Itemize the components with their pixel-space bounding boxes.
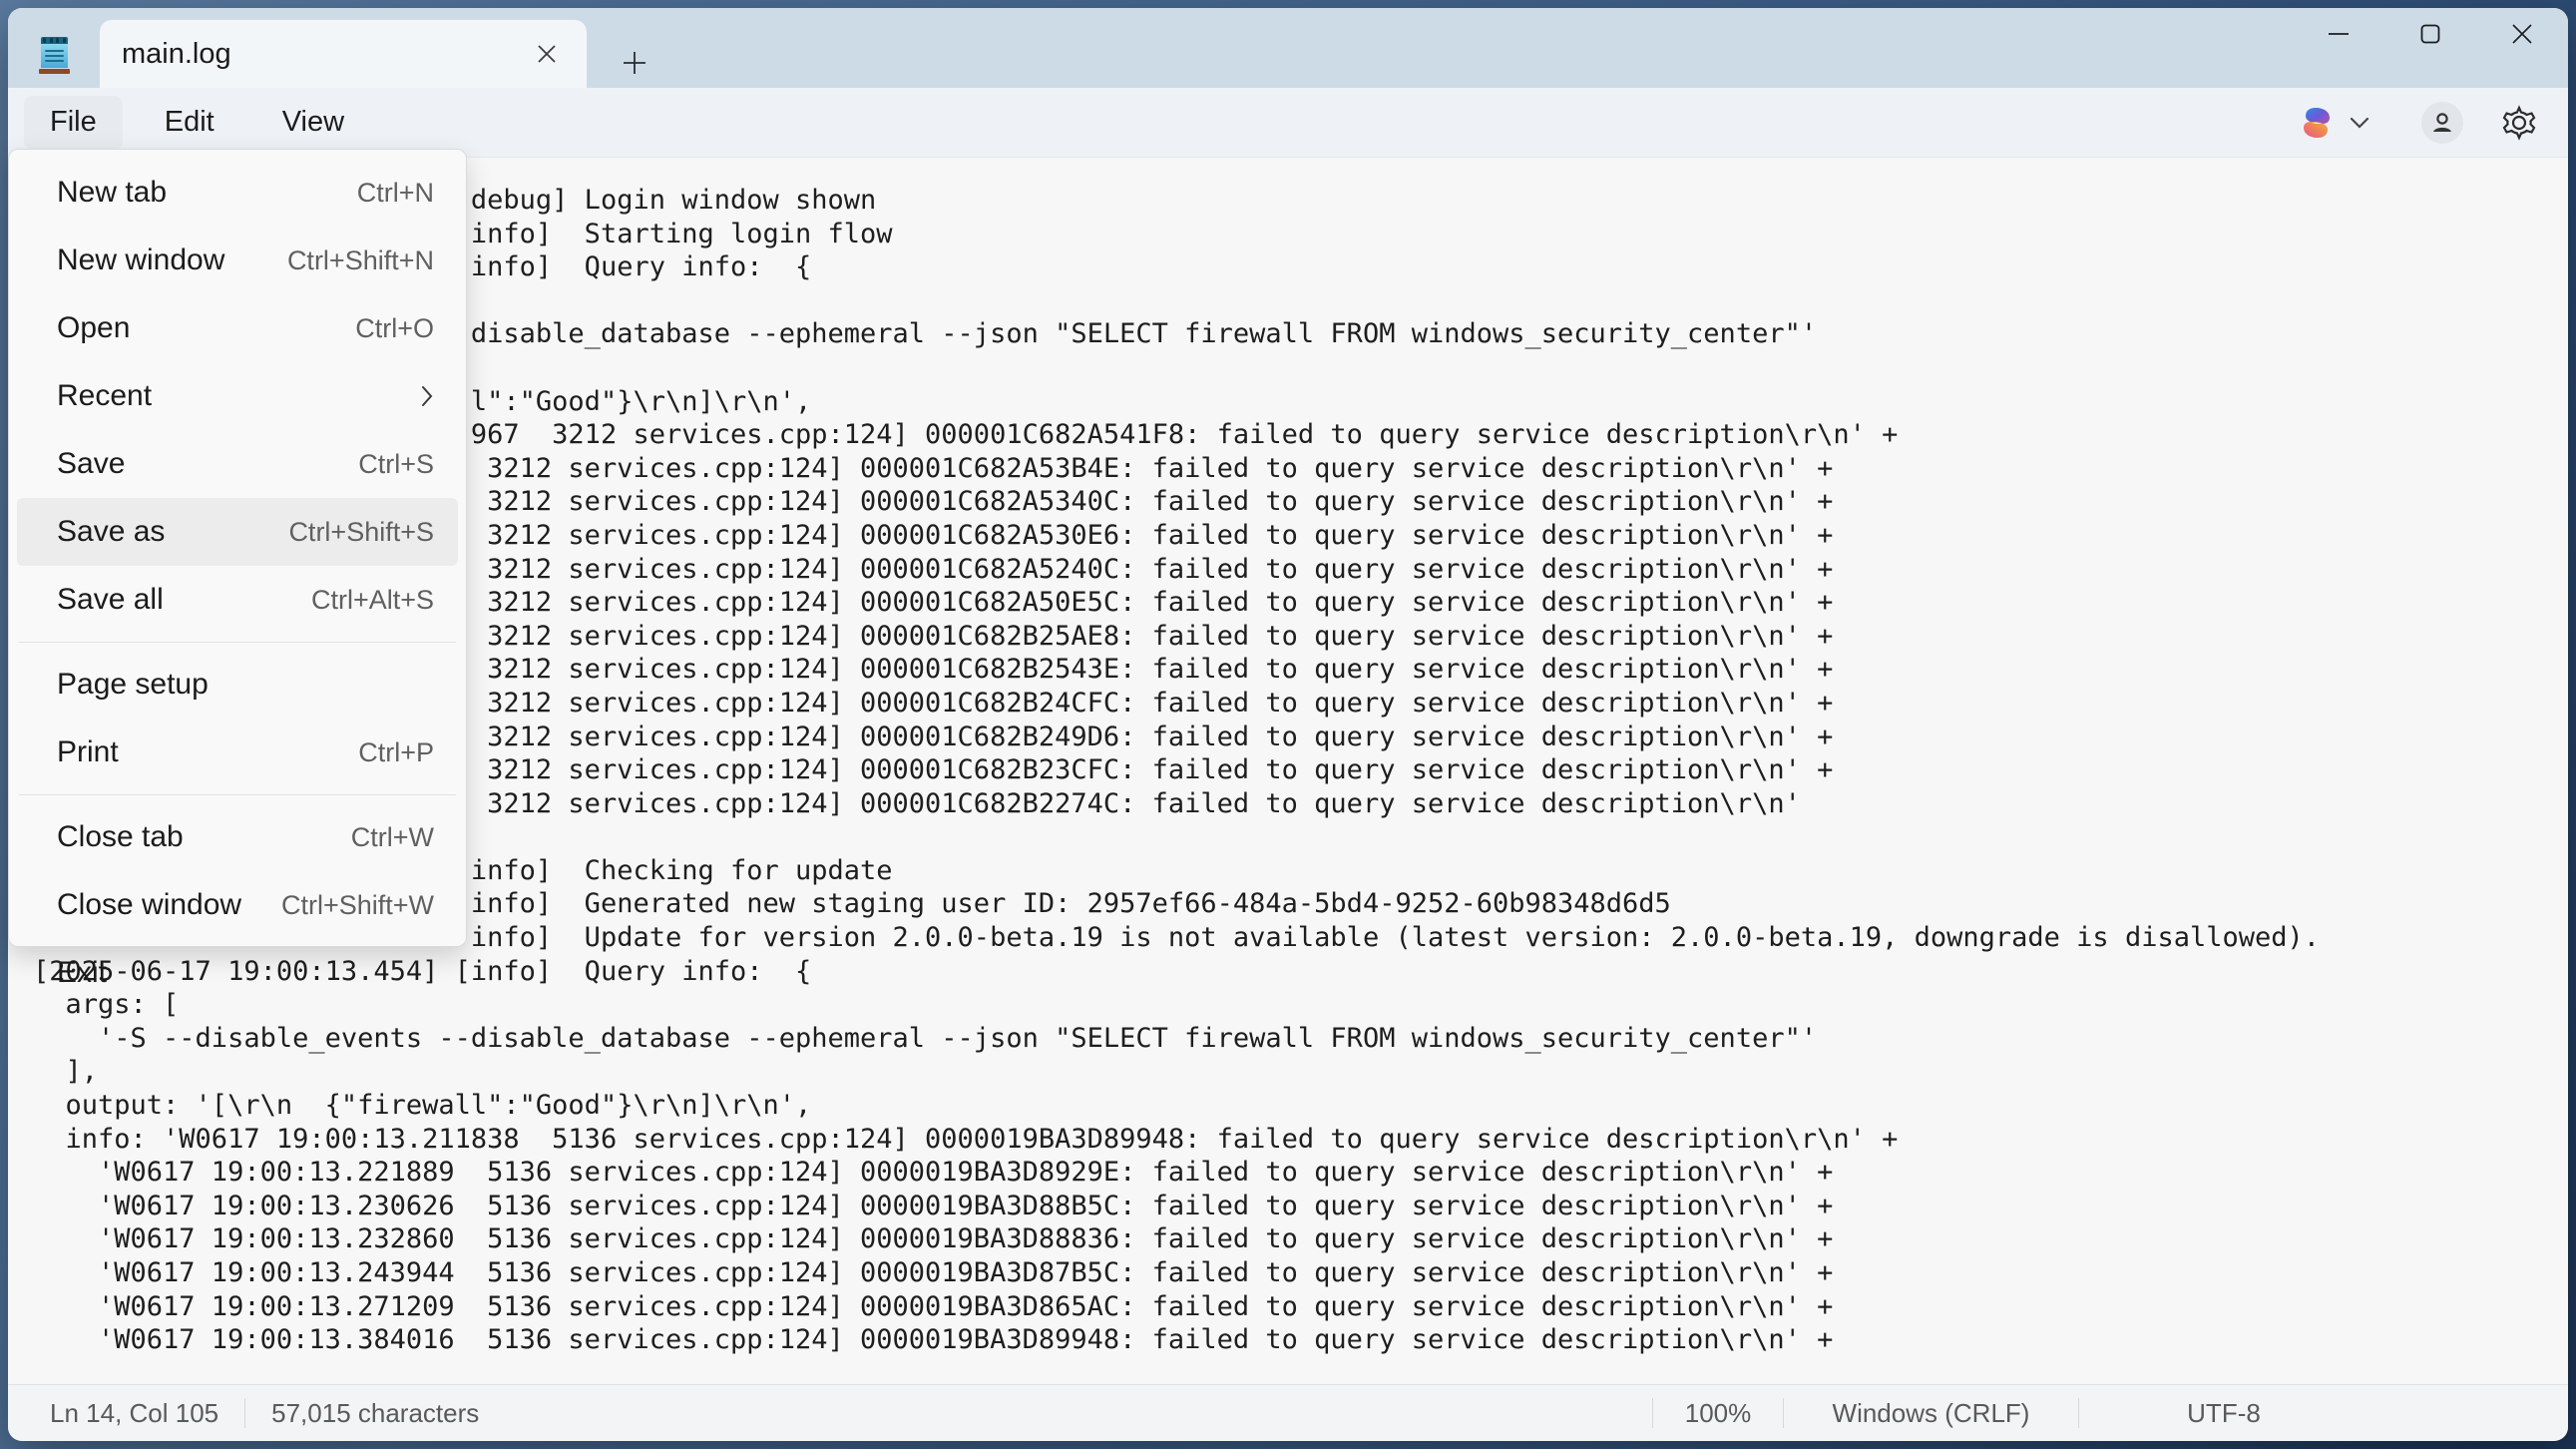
chevron-down-icon (2350, 117, 2369, 129)
tab-main-log[interactable]: main.log (100, 20, 587, 88)
log-line: 'W0617 19:00:13.230626 5136 services.cpp… (33, 1190, 2568, 1223)
line-ending[interactable]: Windows (CRLF) (1784, 1398, 2078, 1429)
gear-icon (2500, 104, 2538, 142)
menu-item-label: Page setup (57, 668, 434, 702)
menu-separator (19, 642, 456, 643)
close-icon (536, 43, 558, 65)
menu-item-shortcut: Ctrl+S (358, 449, 434, 480)
minimize-icon (2327, 22, 2351, 46)
menu-item-label: Print (57, 735, 358, 769)
menu-item-save[interactable]: SaveCtrl+S (17, 430, 458, 498)
menu-view[interactable]: View (256, 96, 370, 150)
menu-item-print[interactable]: PrintCtrl+P (17, 719, 458, 786)
new-tab-button[interactable] (611, 39, 658, 87)
statusbar: Ln 14, Col 105 57,015 characters 100% Wi… (8, 1384, 2568, 1441)
tab-close-button[interactable] (525, 32, 569, 76)
menu-item-label: Save (57, 447, 358, 481)
character-count: 57,015 characters (245, 1398, 505, 1429)
menu-item-shortcut: Ctrl+O (355, 313, 434, 344)
menu-item-shortcut: Ctrl+Alt+S (311, 585, 434, 616)
menu-item-save-as[interactable]: Save asCtrl+Shift+S (17, 498, 458, 566)
menu-item-label: Close window (57, 888, 281, 922)
settings-button[interactable] (2495, 99, 2543, 147)
zoom-level[interactable]: 100% (1653, 1398, 1783, 1429)
menu-edit[interactable]: Edit (139, 96, 240, 150)
menu-item-shortcut: Ctrl+W (351, 822, 434, 853)
log-line: 'W0617 19:00:13.243944 5136 services.cpp… (33, 1256, 2568, 1290)
menu-item-page-setup[interactable]: Page setup (17, 651, 458, 719)
log-line: 'W0617 19:00:13.221889 5136 services.cpp… (33, 1156, 2568, 1190)
menu-item-shortcut: Ctrl+Shift+S (288, 517, 434, 548)
menu-item-label: New tab (57, 176, 357, 210)
encoding[interactable]: UTF-8 (2079, 1398, 2368, 1429)
menu-file[interactable]: File (24, 96, 123, 150)
menu-item-label: Close tab (57, 820, 351, 854)
menu-item-label: Open (57, 311, 355, 345)
menu-item-shortcut: Ctrl+P (358, 737, 434, 768)
chevron-right-icon (420, 384, 434, 408)
notepad-app-icon (41, 37, 68, 71)
menu-item-new-window[interactable]: New windowCtrl+Shift+N (17, 227, 458, 294)
menu-item-close-window[interactable]: Close windowCtrl+Shift+W (17, 871, 458, 939)
desktop: { "window": { "app": "Notepad", "tab_tit… (0, 0, 2576, 1449)
menu-item-close-tab[interactable]: Close tabCtrl+W (17, 803, 458, 871)
menu-item-label: Save all (57, 583, 311, 617)
cursor-position: Ln 14, Col 105 (50, 1398, 244, 1429)
person-icon (2429, 110, 2455, 136)
close-window-button[interactable] (2476, 8, 2568, 60)
menu-item-open[interactable]: OpenCtrl+O (17, 294, 458, 362)
menu-item-shortcut: Ctrl+Shift+N (287, 245, 434, 276)
log-line: info: 'W0617 19:00:13.211838 5136 servic… (33, 1123, 2568, 1157)
titlebar: main.log (8, 8, 2568, 88)
log-line: '-S --disable_events --disable_database … (33, 1022, 2568, 1056)
menu-item-label: New window (57, 243, 287, 277)
menu-item-label: Recent (57, 379, 420, 413)
window-controls (2293, 8, 2568, 60)
menu-item-shortcut: Ctrl+N (357, 178, 434, 209)
account-button[interactable] (2421, 102, 2463, 144)
menu-item-exit[interactable]: Exit (17, 939, 458, 1007)
menu-separator (19, 794, 456, 795)
log-line: 'W0617 19:00:13.384016 5136 services.cpp… (33, 1323, 2568, 1357)
menu-item-shortcut: Ctrl+Shift+W (281, 890, 434, 921)
log-line: 'W0617 19:00:13.232860 5136 services.cpp… (33, 1222, 2568, 1256)
minimize-button[interactable] (2293, 8, 2384, 60)
log-line: 'W0617 19:00:13.271209 5136 services.cpp… (33, 1290, 2568, 1324)
menu-item-label: Exit (57, 956, 434, 990)
plus-icon (622, 50, 647, 76)
maximize-button[interactable] (2384, 8, 2476, 60)
menubar: File Edit View (8, 88, 2568, 157)
copilot-icon (2300, 106, 2334, 140)
copilot-button[interactable] (2290, 100, 2379, 146)
log-line: ], (33, 1055, 2568, 1089)
tab-title: main.log (100, 38, 525, 71)
file-menu-dropdown: New tabCtrl+NNew windowCtrl+Shift+NOpenC… (8, 149, 467, 947)
menu-item-save-all[interactable]: Save allCtrl+Alt+S (17, 566, 458, 634)
close-icon (2510, 22, 2534, 46)
menu-item-new-tab[interactable]: New tabCtrl+N (17, 159, 458, 227)
menu-item-label: Save as (57, 515, 288, 549)
maximize-icon (2418, 22, 2442, 46)
log-line: output: '[\r\n {"firewall":"Good"}\r\n]\… (33, 1089, 2568, 1123)
menu-item-recent[interactable]: Recent (17, 362, 458, 430)
